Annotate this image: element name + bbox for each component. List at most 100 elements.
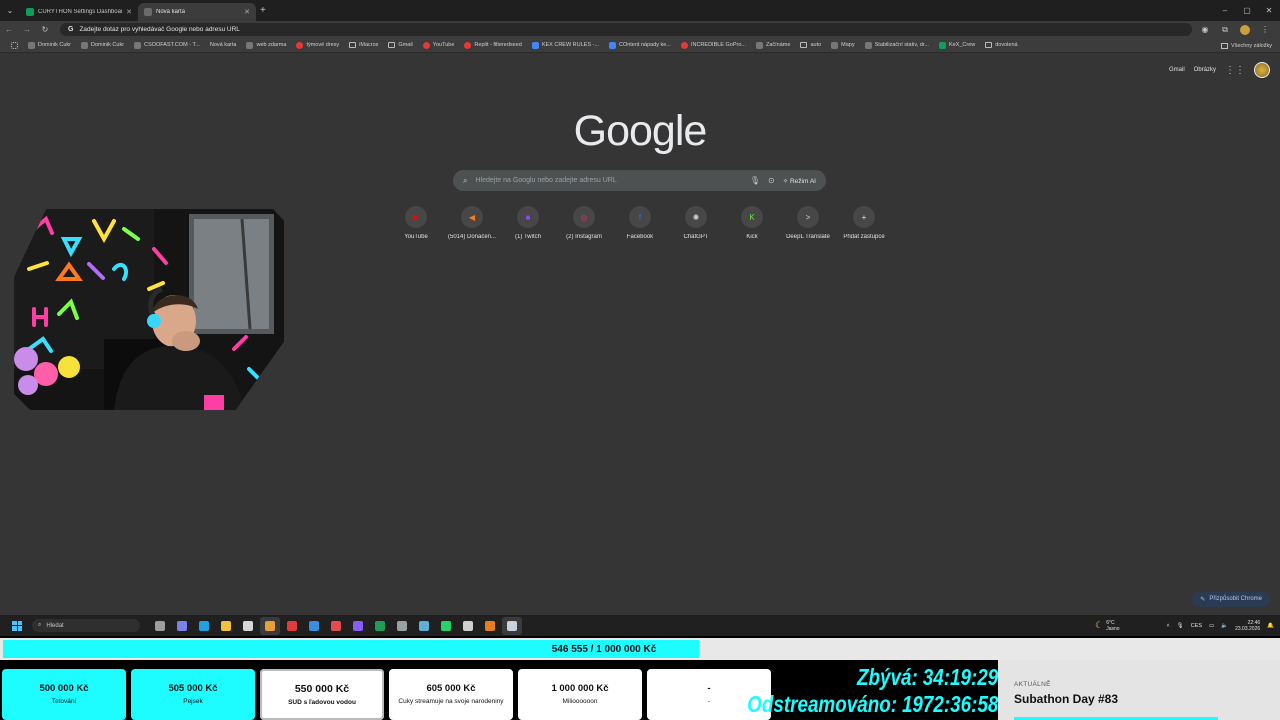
google-apps-icon[interactable]: ⋮⋮ [1225, 65, 1245, 76]
bookmark-item[interactable]: Začínáme [751, 41, 795, 49]
apps-grid-icon[interactable] [6, 41, 23, 49]
microphone-icon[interactable]: 🎙 [1177, 623, 1184, 629]
bookmark-label: Nová karta [209, 42, 237, 48]
network-icon[interactable]: ▭ [1209, 623, 1214, 629]
bookmark-item[interactable]: Nová karta [205, 42, 242, 49]
taskbar-app[interactable] [370, 617, 390, 635]
close-window-button[interactable]: ✕ [1258, 0, 1280, 21]
ai-mode-button[interactable]: ✧ Režim AI [783, 177, 826, 185]
chevron-up-icon[interactable]: ˄ [1167, 623, 1170, 629]
bookmark-item[interactable]: Replit - filteredseed [459, 41, 526, 49]
taskbar-search-input[interactable]: Hledat [46, 623, 63, 629]
images-link[interactable]: Obrázky [1194, 67, 1216, 73]
taskbar-app[interactable] [238, 617, 258, 635]
shortcut-tile[interactable]: ✺ ChatGPT [668, 206, 724, 240]
shortcut-tile[interactable]: ■ (1) Twitch [500, 206, 556, 240]
bookmark-item[interactable]: KeX_Crew [934, 41, 980, 49]
language-indicator[interactable]: CES [1191, 623, 1202, 629]
taskbar-app[interactable] [216, 617, 236, 635]
volume-icon[interactable]: 🔈 [1221, 623, 1228, 629]
bookmark-item[interactable]: COntent nápady ke... [604, 41, 676, 49]
tab-new-tab[interactable]: Nová karta ✕ [138, 3, 256, 21]
taskbar-app[interactable] [502, 616, 522, 635]
taskbar-app[interactable] [260, 616, 280, 635]
taskbar-app[interactable] [414, 617, 434, 635]
taskbar-search[interactable]: ⌕ Hledat [32, 619, 140, 632]
shortcut-tile[interactable]: ◀ (5014) Donačen... [444, 206, 500, 240]
shortcut-tile[interactable]: > DeepL Translate [780, 206, 836, 240]
shortcut-label: (5014) Donačen... [447, 234, 497, 240]
bookmark-item[interactable]: Dominik Cukr [23, 41, 76, 49]
bookmark-item[interactable]: web zdarma [241, 41, 291, 49]
bookmark-item[interactable]: Stabilizační stativ, dr... [860, 41, 934, 49]
taskbar-app[interactable] [436, 617, 456, 635]
shortcut-tile[interactable]: ▶ YouTube [388, 206, 444, 240]
bookmark-item[interactable]: týmové dresy [291, 41, 344, 49]
bookmark-item[interactable]: iMacros [344, 42, 383, 49]
forward-button[interactable]: → [18, 21, 36, 38]
bookmark-item[interactable]: YouTube [418, 41, 460, 49]
lens-icon[interactable]: ⊙ [768, 176, 775, 185]
maximize-button[interactable]: ▢ [1236, 0, 1258, 21]
start-button[interactable] [8, 617, 26, 635]
close-icon[interactable]: ✕ [126, 8, 132, 16]
milestone-card: 500 000 Kč Tetování [2, 669, 126, 720]
taskbar-app[interactable] [480, 617, 500, 635]
tab-search-icon[interactable]: ⌄ [0, 0, 20, 21]
streamed-timer: Odstreamováno: 1972:36:58 [747, 691, 998, 718]
address-bar[interactable]: G Zadejte dotaz pro vyhledávač Google ne… [60, 23, 1192, 36]
taskbar-app[interactable] [458, 617, 478, 635]
search-box[interactable]: ⌕ Hledejte na Googlu nebo zadejte adresu… [453, 170, 826, 191]
shortcut-tile[interactable]: ◎ (2) Instagram [556, 206, 612, 240]
weather-widget[interactable]: ☾ 6°C Jasno [1095, 620, 1119, 632]
menu-icon[interactable]: ⋮ [1256, 21, 1274, 38]
customize-chrome-button[interactable]: ✎ Přizpůsobit Chrome [1192, 592, 1270, 607]
taskbar-app[interactable] [348, 617, 368, 635]
remaining-label: Zbývá: [856, 664, 918, 690]
reload-button[interactable]: ↻ [36, 21, 54, 38]
window-icon [419, 620, 429, 631]
taskbar-app[interactable] [304, 617, 324, 635]
taskbar-apps [150, 616, 522, 635]
tab-curython-dashboard[interactable]: CURYTHON Settings Dashboard ✕ [20, 3, 138, 21]
shortcut-tile[interactable]: K Kick [724, 206, 780, 240]
milestone-card: 550 000 Kč SUD s ľadovou vodou [260, 669, 384, 720]
bookmark-item[interactable]: dovolená [980, 42, 1022, 49]
minimize-button[interactable]: – [1214, 0, 1236, 21]
account-avatar[interactable] [1254, 62, 1270, 78]
extensions-icon[interactable]: ⧉ [1216, 21, 1234, 38]
cast-icon[interactable]: ◉ [1196, 21, 1214, 38]
microphone-icon[interactable]: 🎙 [750, 176, 760, 185]
bookmark-item[interactable]: KEX CREW RULES -... [527, 41, 604, 49]
search-input[interactable]: Hledejte na Googlu nebo zadejte adresu U… [475, 177, 741, 184]
new-tab-button[interactable]: + [260, 0, 266, 21]
gmail-link[interactable]: Gmail [1169, 67, 1185, 73]
taskbar-app[interactable] [172, 617, 192, 635]
bookmark-item[interactable]: Mapy [826, 41, 859, 49]
folder-icon [800, 42, 808, 48]
deepl-icon: > [797, 206, 819, 228]
taskbar-app[interactable] [194, 617, 214, 635]
bookmark-item[interactable]: INCREDIBLE GoPro... [676, 41, 751, 49]
taskbar-app[interactable] [326, 617, 346, 635]
close-icon[interactable]: ✕ [244, 8, 250, 16]
milestone-desc: Milioooooon [562, 698, 598, 705]
windows-taskbar: ⌕ Hledat ☾ 6°C Jasno ˄ 🎙 CES ▭ 🔈 22:46 2… [0, 615, 1280, 636]
bookmark-item[interactable]: CSOOFAST.COM - T... [129, 41, 205, 49]
red-icon [296, 41, 304, 49]
bookmark-item[interactable]: Dominik Cukr [76, 41, 129, 49]
bookmark-item[interactable]: auto [795, 42, 826, 49]
shortcut-tile[interactable]: f Facebook [612, 206, 668, 240]
bookmark-item[interactable]: Gmail [383, 42, 417, 49]
shortcut-label: Přidat zástupce [843, 234, 885, 240]
shortcut-tile[interactable]: + Přidat zástupce [836, 206, 892, 240]
taskbar-app[interactable] [392, 617, 412, 635]
bookmark-label: Stabilizační stativ, dr... [874, 42, 929, 48]
back-button[interactable]: ← [0, 21, 18, 38]
all-bookmarks-button[interactable]: Všechny záložky [1221, 38, 1272, 53]
taskbar-app[interactable] [282, 617, 302, 635]
notifications-icon[interactable]: 🔔 [1267, 623, 1274, 629]
profile-avatar[interactable] [1240, 24, 1250, 35]
clock[interactable]: 22:46 23.03.2026 [1235, 620, 1260, 632]
taskbar-app[interactable] [150, 617, 170, 635]
